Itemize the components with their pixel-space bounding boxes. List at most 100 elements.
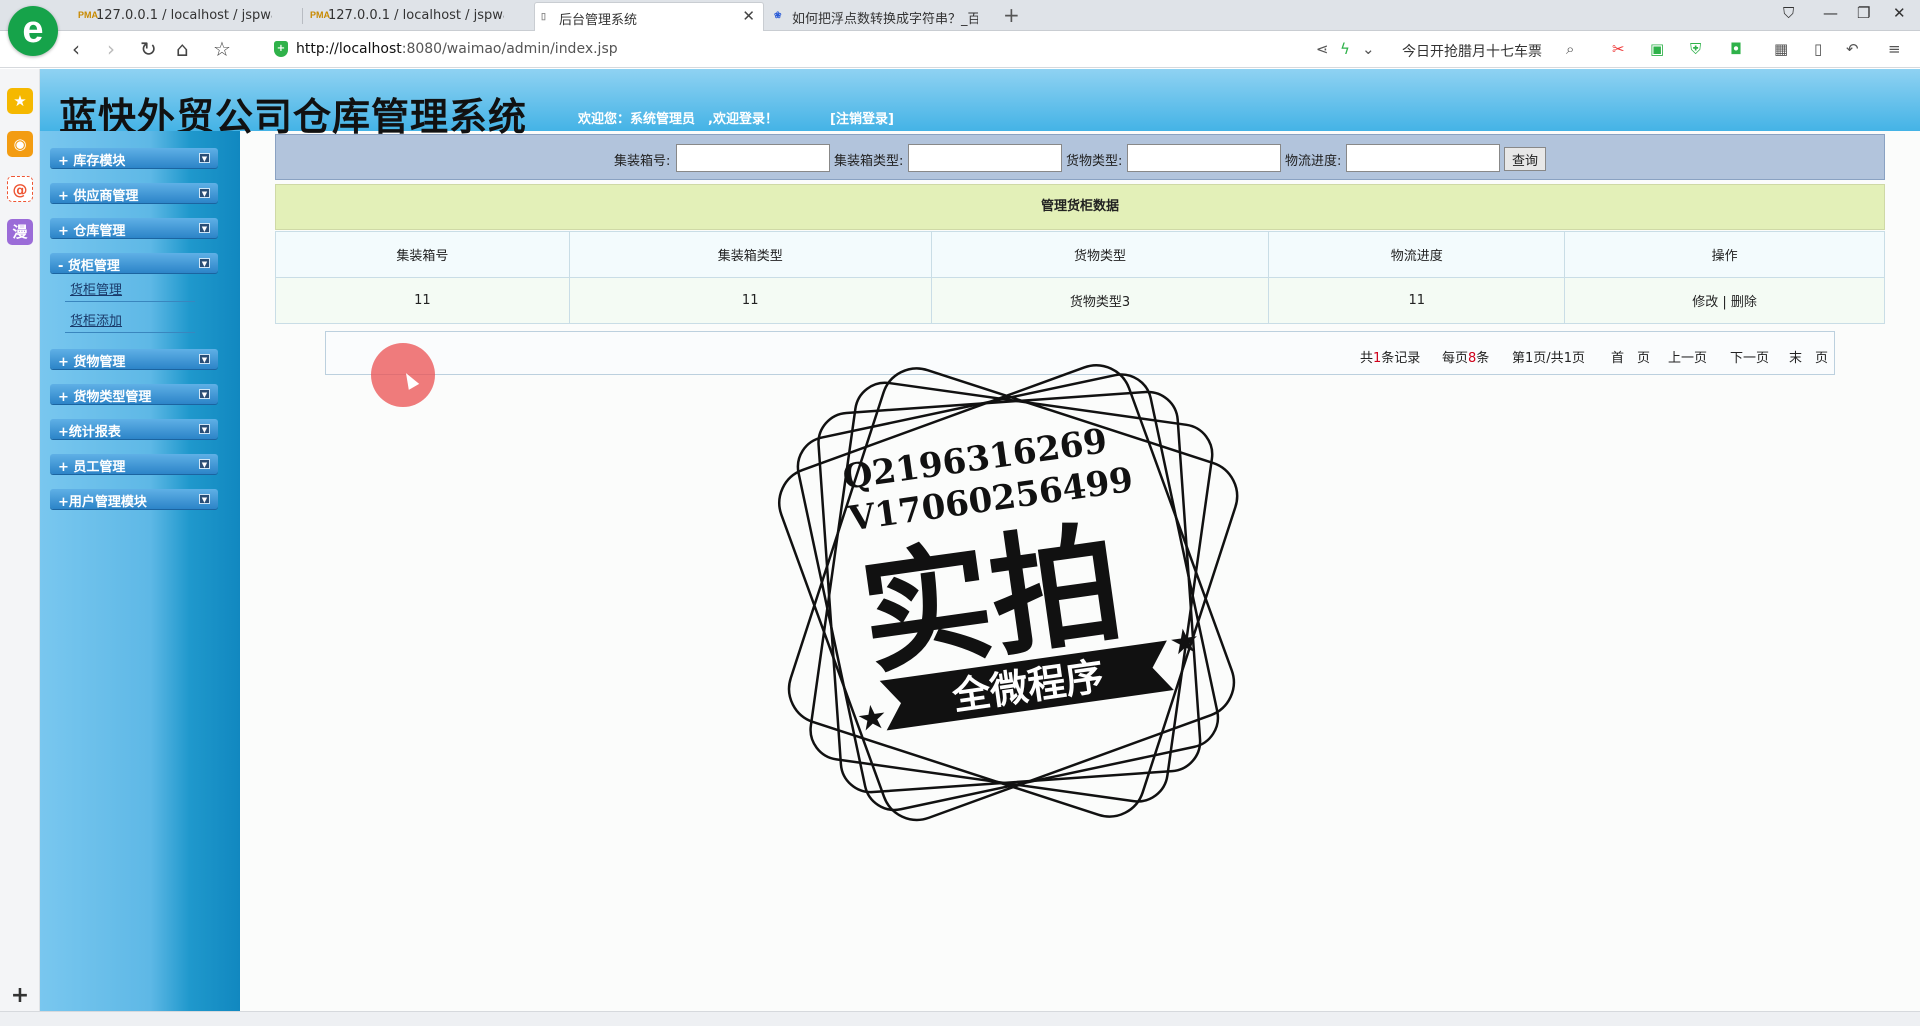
- menu-icon[interactable]: ≡: [1888, 40, 1901, 58]
- close-window-icon[interactable]: ✕: [1893, 4, 1906, 22]
- container-type-input[interactable]: [908, 144, 1062, 172]
- share-icon[interactable]: ⋖: [1316, 40, 1329, 58]
- cell-logistics-progress: 11: [1268, 277, 1566, 324]
- goods-type-input[interactable]: [1127, 144, 1281, 172]
- search-icon[interactable]: ⌕: [1566, 40, 1574, 58]
- logistics-progress-label: 物流进度:: [1285, 154, 1342, 169]
- menu-divider: [65, 301, 195, 302]
- back-icon[interactable]: ‹: [72, 37, 80, 61]
- column-header: 操作: [1564, 231, 1885, 278]
- add-icon[interactable]: +: [7, 983, 33, 1009]
- lightning-icon[interactable]: ϟ: [1340, 40, 1350, 58]
- table-header-row: 集装箱号 集装箱类型 货物类型 物流进度 操作: [275, 231, 1885, 278]
- browser-status-bar: [0, 1011, 1920, 1026]
- weibo-icon[interactable]: ◉: [7, 131, 33, 157]
- minimize-icon[interactable]: —: [1823, 4, 1838, 22]
- dropdown-arrow-icon: ▼: [199, 354, 210, 364]
- dropdown-arrow-icon: ▼: [199, 223, 210, 233]
- mail-icon[interactable]: @: [7, 176, 33, 202]
- star-icon[interactable]: ☆: [213, 37, 231, 61]
- undo-icon[interactable]: ↶: [1846, 40, 1859, 58]
- close-tab-icon[interactable]: ✕: [742, 7, 755, 25]
- menu-group-employees[interactable]: + 员工管理 ▼: [50, 454, 218, 475]
- menu-group-goods-types[interactable]: + 货物类型管理 ▼: [50, 384, 218, 405]
- first-page-link[interactable]: 首 页: [1611, 347, 1650, 366]
- app-header: 蓝快外贸公司仓库管理系统 欢迎您：系统管理员 ,欢迎登录！ [注销登录]: [40, 69, 1920, 139]
- address-field[interactable]: http://localhost:8080/waimao/admin/index…: [296, 41, 618, 57]
- menu-group-containers[interactable]: - 货柜管理 ▼: [50, 253, 218, 274]
- column-header: 货物类型: [930, 231, 1270, 278]
- menu-group-warehouse[interactable]: + 仓库管理 ▼: [50, 218, 218, 239]
- menu-divider: [65, 332, 195, 333]
- browser-nav-bar: ‹ › ↻ ⌂ ☆ + http://localhost:8080/waimao…: [0, 31, 1920, 68]
- new-tab-icon[interactable]: +: [1003, 3, 1020, 27]
- bookmark-manager-icon[interactable]: ⛉: [1783, 4, 1794, 22]
- prev-page-link[interactable]: 上一页: [1668, 347, 1707, 366]
- home-icon[interactable]: ⌂: [176, 37, 189, 61]
- logout-link[interactable]: [注销登录]: [830, 108, 894, 127]
- phpmyadmin-icon: PMA: [310, 10, 330, 20]
- svg-text:★: ★: [1167, 620, 1203, 664]
- watermark-stamp: Q2196316269 V17060256499 实拍 全微程序 ★ ★: [778, 364, 1239, 822]
- favorites-star-icon[interactable]: ★: [7, 88, 33, 114]
- container-no-label: 集装箱号:: [614, 154, 671, 169]
- browser-tab-bar: e PMA 127.0.0.1 / localhost / jspwaim PM…: [0, 0, 1920, 56]
- grid-title: 管理货柜数据: [275, 184, 1885, 230]
- page-indicator: 第1页/共1页: [1512, 351, 1585, 366]
- browser-tab-active[interactable]: ▯ 后台管理系统 ✕: [534, 2, 764, 31]
- column-header: 集装箱类型: [568, 231, 932, 278]
- data-table: 集装箱号 集装箱类型 货物类型 物流进度 操作 11 11 货物类型3 11 修…: [275, 231, 1885, 324]
- dropdown-arrow-icon: ▼: [199, 188, 210, 198]
- welcome-text: 欢迎您：系统管理员 ,欢迎登录！: [578, 112, 778, 127]
- cell-container-type: 11: [568, 277, 932, 324]
- search-form: 集装箱号: 集装箱类型: 货物类型: 物流进度: 查询: [275, 134, 1885, 180]
- dropdown-arrow-icon: ▼: [199, 494, 210, 504]
- admin-app: 蓝快外贸公司仓库管理系统 欢迎您：系统管理员 ,欢迎登录！ [注销登录] + 库…: [40, 69, 1920, 1011]
- dropdown-arrow-icon: ▼: [199, 389, 210, 399]
- browser-tab[interactable]: PMA 127.0.0.1 / localhost / jspwaim: [72, 2, 272, 31]
- next-page-link[interactable]: 下一页: [1730, 347, 1769, 366]
- action-separator: |: [1722, 295, 1727, 310]
- app-sidebar-menu: + 库存模块 ▼ + 供应商管理 ▼ + 仓库管理 ▼ - 货柜管理 ▼ 货柜管理 货柜…: [40, 131, 240, 1011]
- edit-link[interactable]: 修改: [1692, 295, 1718, 310]
- chevron-down-icon[interactable]: ⌄: [1362, 40, 1375, 58]
- dropdown-arrow-icon: ▼: [199, 153, 210, 163]
- menu-group-goods[interactable]: + 货物管理 ▼: [50, 349, 218, 370]
- page-size: 每页8条: [1442, 351, 1490, 366]
- secure-shield-icon: +: [274, 41, 288, 57]
- browser-tab[interactable]: ❀ 如何把浮点数转换成字符串？_百: [768, 2, 978, 31]
- comic-icon[interactable]: 漫: [7, 219, 33, 245]
- search-button[interactable]: 查询: [1504, 147, 1546, 171]
- column-header: 集装箱号: [275, 231, 570, 278]
- reload-icon[interactable]: ↻: [140, 37, 157, 61]
- svg-text:★: ★: [854, 696, 890, 740]
- menu-item-container-manage[interactable]: 货柜管理: [70, 279, 122, 298]
- browser-tab[interactable]: PMA 127.0.0.1 / localhost / jspwaim: [304, 2, 504, 31]
- delete-link[interactable]: 删除: [1731, 295, 1757, 310]
- menu-group-suppliers[interactable]: + 供应商管理 ▼: [50, 183, 218, 204]
- browser-side-panel: ★ ◉ @ 漫 +: [0, 69, 40, 1011]
- extension-icon[interactable]: ▣: [1650, 40, 1664, 58]
- baidu-icon: ❀: [774, 10, 782, 20]
- game-icon[interactable]: ◘: [1730, 40, 1742, 58]
- reader-icon[interactable]: ▯: [1814, 40, 1822, 58]
- dropdown-arrow-icon: ▼: [199, 258, 210, 268]
- cell-container-no: 11: [275, 277, 570, 324]
- apps-icon[interactable]: ▦: [1774, 40, 1788, 58]
- last-page-link[interactable]: 末 页: [1789, 347, 1828, 366]
- menu-group-inventory[interactable]: + 库存模块 ▼: [50, 148, 218, 169]
- menu-group-users[interactable]: +用户管理模块 ▼: [50, 489, 218, 510]
- logistics-progress-input[interactable]: [1346, 144, 1500, 172]
- promo-text[interactable]: 今日开抢腊月十七车票: [1402, 41, 1542, 61]
- table-row: 11 11 货物类型3 11 修改 | 删除: [275, 277, 1885, 324]
- menu-item-container-add[interactable]: 货柜添加: [70, 310, 122, 329]
- scissors-icon[interactable]: ✂: [1612, 40, 1625, 58]
- browser-logo-icon[interactable]: e: [8, 6, 58, 56]
- menu-group-reports[interactable]: +统计报表 ▼: [50, 419, 218, 440]
- forward-icon[interactable]: ›: [107, 37, 115, 61]
- cell-goods-type: 货物类型3: [930, 277, 1270, 324]
- restore-icon[interactable]: ❐: [1857, 4, 1870, 22]
- container-no-input[interactable]: [676, 144, 830, 172]
- shield-icon[interactable]: ⛨: [1690, 40, 1701, 58]
- container-type-label: 集装箱类型:: [834, 154, 904, 169]
